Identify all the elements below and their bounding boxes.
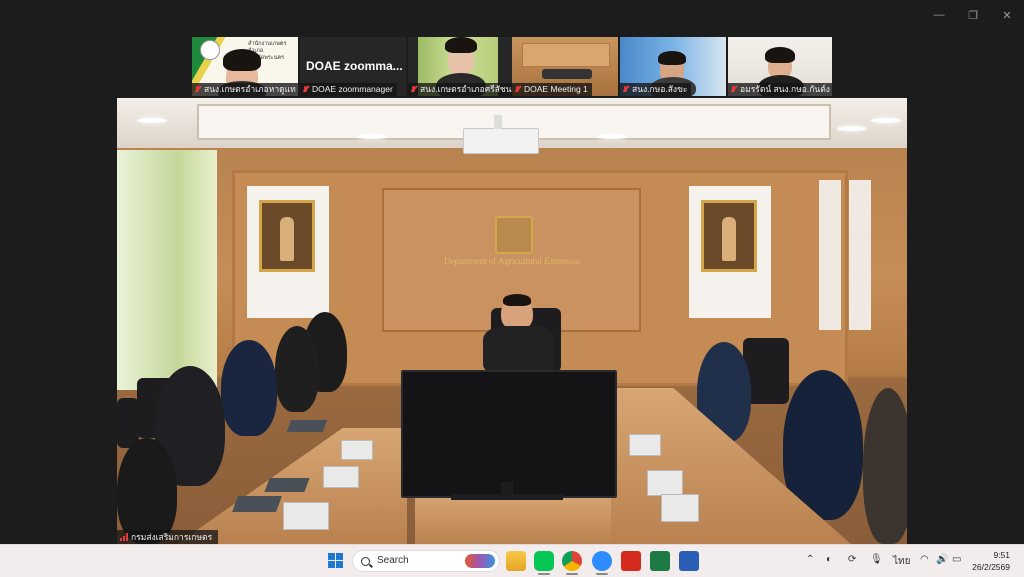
portrait-panel-left xyxy=(247,186,329,318)
wall-pillar xyxy=(819,180,841,330)
participant-name: สนง.กษอ.สังขะ xyxy=(620,83,692,96)
desk-microphone xyxy=(283,502,329,530)
participant-tile[interactable]: สนง.เกษตรอำเภอศรีสัชนา... xyxy=(408,37,514,96)
mic-muted-icon xyxy=(411,85,417,94)
attendee xyxy=(275,326,319,412)
taskbar: Search ⌃ ◐ ⟳ 🎙 ไทย ◠ 🔊 ▭ 9:51 26/2/2569 xyxy=(0,544,1024,577)
tv-monitor xyxy=(401,370,617,498)
desk-microphone xyxy=(629,434,661,456)
desk-microphone xyxy=(323,466,359,488)
signal-icon xyxy=(120,533,128,541)
participant-display-name: DOAE zoomma... xyxy=(306,59,403,73)
participant-name: DOAE Meeting 1 xyxy=(512,83,592,96)
mic-muted-icon xyxy=(195,85,201,94)
participant-name: สนง.เกษตรอำเภอหาดูแท xyxy=(192,83,298,96)
participant-tile[interactable]: สนง.กษอ.สังขะ xyxy=(620,37,726,96)
attendee xyxy=(221,340,277,436)
projector xyxy=(463,115,539,154)
file-explorer-icon[interactable] xyxy=(506,551,526,571)
ceiling-light xyxy=(871,118,901,123)
participant-name: สนง.เกษตรอำเภอศรีสัชนา... xyxy=(408,83,514,96)
mic-muted-icon xyxy=(515,85,521,94)
word-icon[interactable] xyxy=(679,551,699,571)
mic-muted-icon xyxy=(731,85,737,94)
mic-muted-icon xyxy=(303,85,309,94)
ceiling-light xyxy=(357,134,387,139)
chairperson-body xyxy=(483,326,555,372)
window xyxy=(117,150,217,390)
laptop xyxy=(232,496,282,512)
window-controls: — ❐ ✕ xyxy=(922,6,1024,24)
laptop xyxy=(264,478,310,492)
portrait-panel-right xyxy=(689,186,771,318)
mic-muted-icon xyxy=(623,85,629,94)
clock[interactable]: 9:51 26/2/2569 xyxy=(972,549,1010,573)
main-video[interactable]: Department of Agricultural Extension กรม… xyxy=(117,98,907,544)
attendee xyxy=(117,438,177,544)
search-label: Search xyxy=(377,555,409,566)
acrobat-icon[interactable] xyxy=(621,551,641,571)
desk-microphone xyxy=(647,470,683,496)
windows-start-icon[interactable] xyxy=(326,551,346,571)
attendee xyxy=(863,388,907,544)
desk-microphone xyxy=(341,440,373,460)
chevron-up-icon[interactable]: ⌃ xyxy=(806,554,814,565)
chrome-icon[interactable] xyxy=(562,551,582,571)
portrait-left xyxy=(259,200,315,272)
zoom-icon[interactable] xyxy=(592,551,612,571)
tv-stand xyxy=(451,494,563,500)
portrait-right xyxy=(701,200,757,272)
ceiling-light xyxy=(597,134,627,139)
ceiling-light xyxy=(137,118,167,123)
participant-tile[interactable]: DOAE zoomma... DOAE zoommanager xyxy=(300,37,406,96)
wall-sign-text: Department of Agricultural Extension xyxy=(444,256,581,266)
clock-date: 26/2/2569 xyxy=(972,562,1010,572)
battery-icon[interactable]: ▭ xyxy=(952,554,961,565)
restore-button[interactable]: ❐ xyxy=(956,6,990,24)
participant-tile[interactable]: DOAE Meeting 1 xyxy=(512,37,618,96)
search-icon xyxy=(361,557,370,566)
close-button[interactable]: ✕ xyxy=(990,6,1024,24)
sync-icon[interactable]: ⟳ xyxy=(848,554,856,565)
conference-table-front xyxy=(415,494,611,544)
department-emblem xyxy=(495,216,533,254)
wall-pillar xyxy=(849,180,871,330)
excel-icon[interactable] xyxy=(650,551,670,571)
laptop xyxy=(286,420,328,432)
clock-time: 9:51 xyxy=(993,550,1010,560)
search-highlight-icon xyxy=(465,554,495,568)
input-language[interactable]: ไทย xyxy=(893,554,910,569)
participant-name: DOAE zoommanager xyxy=(300,83,397,96)
participant-name: อมรรัตน์ สนง.กษอ.กันต์ง xyxy=(728,83,832,96)
participant-tile[interactable]: อมรรัตน์ สนง.กษอ.กันต์ง xyxy=(728,37,832,96)
tray-app-icon[interactable]: ◐ xyxy=(826,554,832,565)
volume-icon[interactable]: 🔊 xyxy=(936,554,948,565)
ceiling-light xyxy=(837,126,867,131)
speaker-name-label: กรมส่งเสริมการเกษตร xyxy=(117,530,219,544)
taskbar-search[interactable]: Search xyxy=(352,550,500,572)
participant-tile[interactable]: สำนักงานเกษตรอำเภอ จังหวัดพระนคร สนง.เกษ… xyxy=(192,37,298,96)
microphone-icon[interactable]: 🎙 xyxy=(870,554,883,565)
wifi-icon[interactable]: ◠ xyxy=(920,554,929,565)
line-app-icon[interactable] xyxy=(534,551,554,571)
desk-microphone xyxy=(661,494,699,522)
minimize-button[interactable]: — xyxy=(922,6,956,24)
